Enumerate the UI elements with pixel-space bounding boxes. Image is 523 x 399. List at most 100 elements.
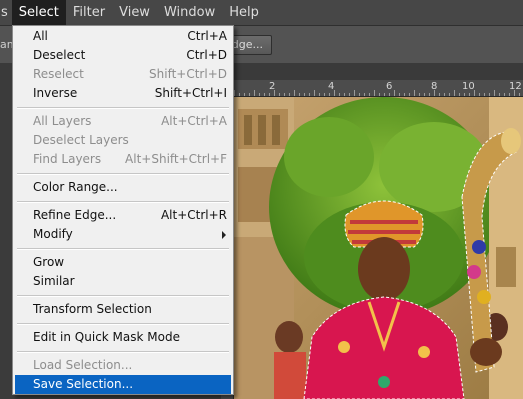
menu-item-label: Modify [33, 227, 73, 241]
ruler-tick [364, 93, 365, 96]
menu-separator [17, 323, 229, 325]
ruler-label: 10 [462, 81, 475, 92]
ruler-horizontal[interactable]: 2 4 6 8 10 12 [234, 80, 523, 97]
ruler-tick [369, 93, 370, 96]
ruler-tick [434, 90, 435, 96]
menu-item-refine-edge[interactable]: Refine Edge... Alt+Ctrl+R [15, 206, 231, 225]
menu-item-shortcut: Shift+Ctrl+D [149, 67, 227, 81]
ruler-tick [499, 93, 500, 96]
ruler-tick [254, 90, 255, 96]
menu-item-color-range[interactable]: Color Range... [15, 178, 231, 197]
menu-item-shortcut: Alt+Ctrl+R [160, 208, 227, 222]
ruler-tick [384, 93, 385, 96]
ruler-tick [419, 93, 420, 96]
ruler-tick [334, 90, 335, 96]
ruler-tick [339, 93, 340, 96]
menu-item-label: Refine Edge... [33, 208, 117, 222]
menu-item-shortcut: Alt+Ctrl+A [161, 114, 227, 128]
ruler-tick [264, 93, 265, 96]
ruler-tick [239, 93, 240, 96]
ruler-tick [484, 93, 485, 96]
menu-item-label: All [33, 29, 48, 43]
ruler-tick [429, 93, 430, 96]
ruler-tick [349, 93, 350, 96]
menu-filter[interactable]: Filter [66, 0, 112, 26]
ruler-tick [309, 93, 310, 96]
menu-item-shortcut: Shift+Ctrl+I [154, 86, 227, 100]
ruler-tick [259, 93, 260, 96]
menu-separator [17, 107, 229, 109]
ruler-tick [414, 90, 415, 96]
ruler-tick [329, 93, 330, 96]
menu-item-label: Grow [33, 255, 65, 269]
ruler-tick [494, 90, 495, 96]
menu-window[interactable]: Window [157, 0, 222, 26]
menu-item-shortcut: Ctrl+A [187, 29, 227, 43]
menu-item-load-selection: Load Selection... [15, 356, 231, 375]
ruler-tick [469, 93, 470, 96]
ruler-tick [459, 93, 460, 96]
ruler-tick [279, 93, 280, 96]
ruler-tick [359, 93, 360, 96]
ruler-tick [474, 90, 475, 96]
menu-item-label: Transform Selection [33, 302, 152, 316]
ruler-tick [424, 93, 425, 96]
ruler-tick [454, 90, 455, 96]
ruler-tick [464, 93, 465, 96]
ruler-tick [374, 90, 375, 96]
menu-partial-item[interactable]: s [0, 0, 12, 26]
photo-image [234, 97, 523, 399]
menu-item-label: Deselect [33, 48, 86, 62]
ruler-tick [509, 93, 510, 96]
menu-item-modify[interactable]: Modify [15, 225, 231, 244]
menu-item-label: All Layers [33, 114, 92, 128]
menu-separator [17, 201, 229, 203]
ruler-tick [314, 90, 315, 96]
ruler-tick [234, 90, 235, 96]
ruler-tick [289, 93, 290, 96]
ruler-tick [449, 93, 450, 96]
menu-bar: s Select Filter View Window Help [0, 0, 523, 26]
ruler-tick [244, 93, 245, 96]
ruler-tick [344, 93, 345, 96]
ruler-tick [294, 90, 295, 96]
menu-help[interactable]: Help [222, 0, 266, 26]
menu-item-inverse[interactable]: Inverse Shift+Ctrl+I [15, 84, 231, 103]
ruler-tick [514, 90, 515, 96]
menu-item-label: Edit in Quick Mask Mode [33, 330, 180, 344]
menu-item-shortcut: Alt+Shift+Ctrl+F [125, 152, 227, 166]
menu-item-label: Reselect [33, 67, 84, 81]
ruler-tick [479, 93, 480, 96]
select-menu-dropdown: All Ctrl+A Deselect Ctrl+D Reselect Shif… [12, 25, 234, 395]
menu-item-label: Deselect Layers [33, 133, 129, 147]
menu-item-all[interactable]: All Ctrl+A [15, 27, 231, 46]
menu-item-find-layers: Find Layers Alt+Shift+Ctrl+F [15, 150, 231, 169]
menu-separator [17, 351, 229, 353]
menu-item-all-layers: All Layers Alt+Ctrl+A [15, 112, 231, 131]
menu-item-label: Save Selection... [33, 377, 134, 391]
menu-item-grow[interactable]: Grow [15, 253, 231, 272]
menu-item-shortcut: Ctrl+D [186, 48, 227, 62]
ruler-tick [249, 93, 250, 96]
ruler-tick [504, 93, 505, 96]
ruler-tick [269, 93, 270, 96]
menu-select[interactable]: Select [11, 0, 66, 26]
ruler-tick [274, 90, 275, 96]
ruler-tick [319, 93, 320, 96]
menu-item-similar[interactable]: Similar [15, 272, 231, 291]
ruler-tick [404, 93, 405, 96]
menu-item-quick-mask[interactable]: Edit in Quick Mask Mode [15, 328, 231, 347]
menu-item-label: Color Range... [33, 180, 118, 194]
ruler-tick [489, 93, 490, 96]
menu-separator [17, 248, 229, 250]
chevron-right-icon [222, 231, 226, 239]
document-canvas[interactable] [234, 97, 523, 399]
menu-item-transform-selection[interactable]: Transform Selection [15, 300, 231, 319]
menu-separator [17, 295, 229, 297]
menu-view[interactable]: View [112, 0, 157, 26]
menu-item-label: Similar [33, 274, 75, 288]
menu-item-deselect[interactable]: Deselect Ctrl+D [15, 46, 231, 65]
menu-item-save-selection[interactable]: Save Selection... [15, 375, 231, 394]
ruler-tick [444, 93, 445, 96]
menu-item-label: Load Selection... [33, 358, 133, 372]
